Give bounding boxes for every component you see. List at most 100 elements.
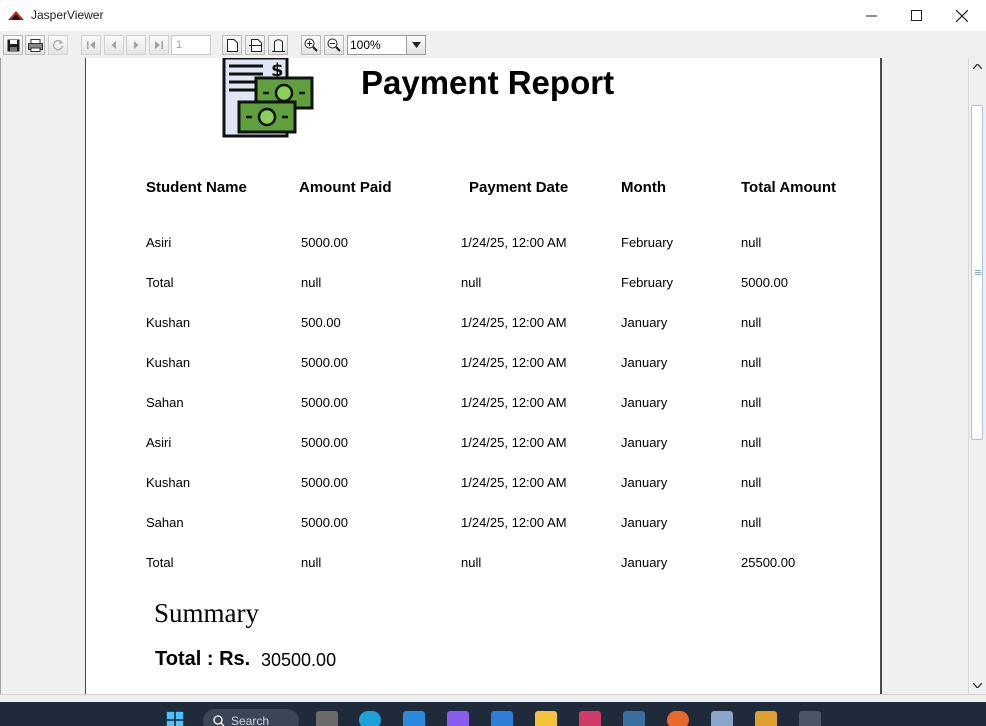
- cell-payment-date: null: [461, 275, 482, 290]
- cell-payment-date: null: [461, 555, 482, 570]
- cell-amount-paid: 500.00: [301, 315, 341, 330]
- cell-payment-date: 1/24/25, 12:00 AM: [461, 355, 567, 370]
- zoom-out-icon: [327, 38, 341, 52]
- os-taskbar: Search: [0, 702, 986, 726]
- grip-line: [975, 270, 981, 271]
- app-window-icon[interactable]: [711, 711, 733, 726]
- column-header-student-name: Student Name: [146, 179, 247, 196]
- scroll-thumb[interactable]: [971, 105, 983, 440]
- cell-total-amount: null: [741, 235, 762, 250]
- maximize-button[interactable]: [893, 0, 939, 31]
- cell-month: January: [621, 315, 668, 330]
- scroll-up-button[interactable]: [969, 58, 986, 75]
- cell-payment-date: 1/24/25, 12:00 AM: [461, 315, 567, 330]
- first-page-button[interactable]: [81, 35, 101, 55]
- intellij-icon[interactable]: [579, 711, 601, 726]
- previous-page-button[interactable]: [104, 35, 124, 55]
- jasper-app-icon: [8, 11, 24, 20]
- cell-student-name: Total: [146, 275, 174, 290]
- column-header-payment-date: Payment Date: [469, 179, 569, 196]
- cell-student-name: Total: [146, 555, 174, 570]
- cell-payment-date: 1/24/25, 12:00 AM: [461, 235, 567, 250]
- java-app-icon[interactable]: [799, 711, 821, 726]
- taskbar-search-label: Search: [231, 714, 270, 726]
- chevron-down-icon: [411, 42, 421, 48]
- vscode-icon[interactable]: [403, 711, 425, 726]
- fit-page-button[interactable]: [245, 35, 265, 55]
- cell-student-name: Sahan: [146, 515, 184, 530]
- copilot-icon[interactable]: [447, 711, 469, 726]
- cell-student-name: Asiri: [146, 435, 172, 450]
- task-view-icon[interactable]: [316, 711, 338, 726]
- floppy-disk-icon: [7, 39, 19, 51]
- zoom-dropdown-button[interactable]: [407, 35, 426, 55]
- cell-amount-paid: 5000.00: [301, 435, 348, 450]
- cell-amount-paid: 5000.00: [301, 235, 348, 250]
- minimize-button[interactable]: [848, 0, 894, 31]
- zoom-in-button[interactable]: [301, 35, 321, 55]
- print-button[interactable]: [25, 35, 45, 55]
- report-title: Payment Report: [361, 64, 615, 101]
- column-header-amount-paid: Amount Paid: [299, 179, 392, 196]
- payment-report-logo-icon: $: [222, 58, 314, 138]
- mysql-icon[interactable]: [623, 711, 645, 726]
- cell-total-amount: null: [741, 435, 762, 450]
- viewer-toolbar: 1 100%: [0, 31, 986, 58]
- first-page-icon: [87, 41, 95, 49]
- reload-button[interactable]: [48, 35, 68, 55]
- cell-total-amount: 5000.00: [741, 275, 788, 290]
- grip-line: [975, 274, 981, 275]
- close-button[interactable]: [939, 0, 985, 31]
- printer-icon: [27, 38, 43, 52]
- zoom-level-input[interactable]: 100%: [347, 35, 407, 55]
- cell-total-amount: null: [741, 515, 762, 530]
- title-bar: JasperViewer: [0, 0, 986, 32]
- close-icon: [956, 9, 968, 22]
- refresh-icon: [52, 40, 64, 51]
- cell-student-name: Kushan: [146, 475, 191, 490]
- page-icon: [226, 38, 238, 52]
- cell-student-name: Asiri: [146, 235, 172, 250]
- summary-heading: Summary: [154, 598, 259, 628]
- cell-month: January: [621, 435, 668, 450]
- last-page-icon: [155, 41, 163, 49]
- cell-student-name: Kushan: [146, 315, 191, 330]
- cell-month: January: [621, 515, 668, 530]
- file-explorer-icon[interactable]: [535, 711, 557, 726]
- cell-month: February: [621, 275, 674, 290]
- minimize-icon: [865, 15, 877, 17]
- edge-browser-icon[interactable]: [359, 711, 381, 726]
- grip-line: [975, 272, 981, 273]
- fit-width-button[interactable]: [268, 35, 288, 55]
- taskbar-search[interactable]: Search: [203, 709, 299, 726]
- last-page-button[interactable]: [149, 35, 169, 55]
- report-viewer[interactable]: $ Payment Report Student Name Amount Pai…: [0, 58, 969, 694]
- cell-total-amount: null: [741, 475, 762, 490]
- cell-month: January: [621, 395, 668, 410]
- zoom-out-button[interactable]: [324, 35, 344, 55]
- actual-size-button[interactable]: [222, 35, 242, 55]
- report-page: $ Payment Report Student Name Amount Pai…: [85, 58, 882, 694]
- next-page-button[interactable]: [126, 35, 146, 55]
- postman-icon[interactable]: [667, 711, 689, 726]
- start-windows-icon[interactable]: [164, 711, 186, 726]
- column-header-month: Month: [621, 179, 666, 196]
- fit-width-icon: [271, 38, 285, 52]
- previous-page-icon: [111, 41, 116, 49]
- cell-amount-paid: null: [301, 555, 322, 570]
- scroll-down-button[interactable]: [969, 677, 986, 694]
- grand-total-value: 30500.00: [261, 650, 337, 670]
- fit-page-icon: [248, 38, 262, 52]
- cell-payment-date: 1/24/25, 12:00 AM: [461, 435, 567, 450]
- cell-student-name: Sahan: [146, 395, 184, 410]
- maximize-icon: [910, 10, 922, 21]
- cell-month: January: [621, 475, 668, 490]
- vertical-scrollbar[interactable]: [968, 58, 986, 694]
- cell-amount-paid: null: [301, 275, 322, 290]
- cell-student-name: Kushan: [146, 355, 191, 370]
- next-page-icon: [134, 41, 139, 49]
- save-button[interactable]: [3, 35, 23, 55]
- scene-builder-icon[interactable]: [755, 711, 777, 726]
- page-number-input[interactable]: 1: [171, 35, 211, 55]
- store-icon[interactable]: [491, 711, 513, 726]
